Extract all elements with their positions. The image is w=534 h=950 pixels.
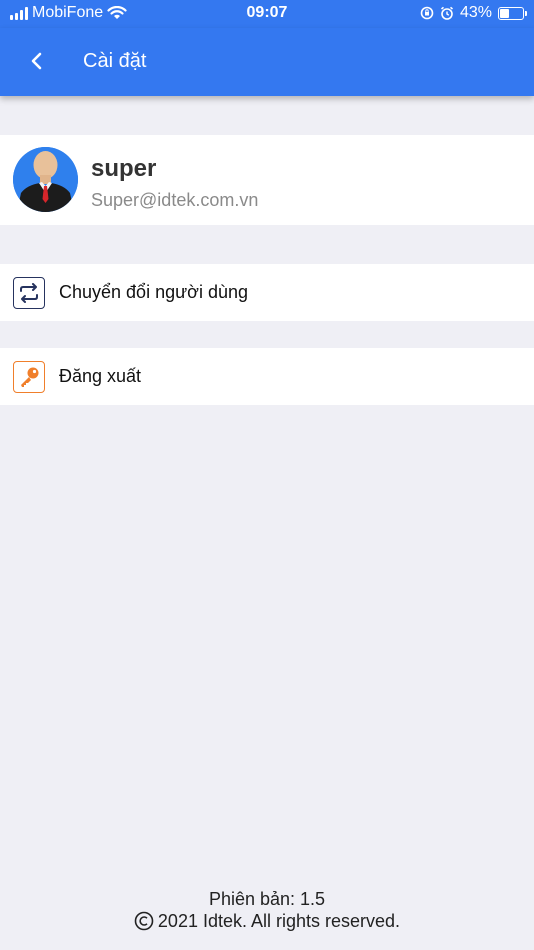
copyright-icon [134,911,154,931]
user-avatar-icon [13,147,78,212]
profile-card[interactable]: super Super@idtek.com.vn [0,135,534,225]
chevron-left-icon [31,52,42,70]
switch-user-button[interactable]: Chuyển đổi người dùng [0,264,534,321]
back-button[interactable] [24,48,50,74]
page-title: Cài đặt [83,50,147,72]
status-bar: MobiFone 09:07 43% [0,0,534,28]
copyright-line: 2021 Idtek. All rights reserved. [0,910,534,932]
version-text: Phiên bản: 1.5 [208,889,326,909]
logout-label: Đăng xuất [59,366,142,386]
battery-fill [500,8,509,18]
alarm-icon [440,6,453,20]
logout-button[interactable]: Đăng xuất [0,348,534,405]
app-bar: Cài đặt [0,28,534,96]
avatar [13,147,78,212]
copyright-text: 2021 Idtek. All rights reserved. [157,911,401,931]
profile-name: super [91,155,157,182]
key-icon [13,361,45,393]
battery-icon [498,6,527,20]
status-right: 43% [420,4,527,22]
profile-email: Super@idtek.com.vn [91,190,259,210]
switch-user-icon [13,277,45,309]
footer: Phiên bản: 1.5 2021 Idtek. All rights re… [0,888,534,932]
switch-user-label: Chuyển đổi người dùng [59,282,248,302]
battery-percent: 43% [459,4,492,21]
orientation-lock-icon [420,6,434,20]
